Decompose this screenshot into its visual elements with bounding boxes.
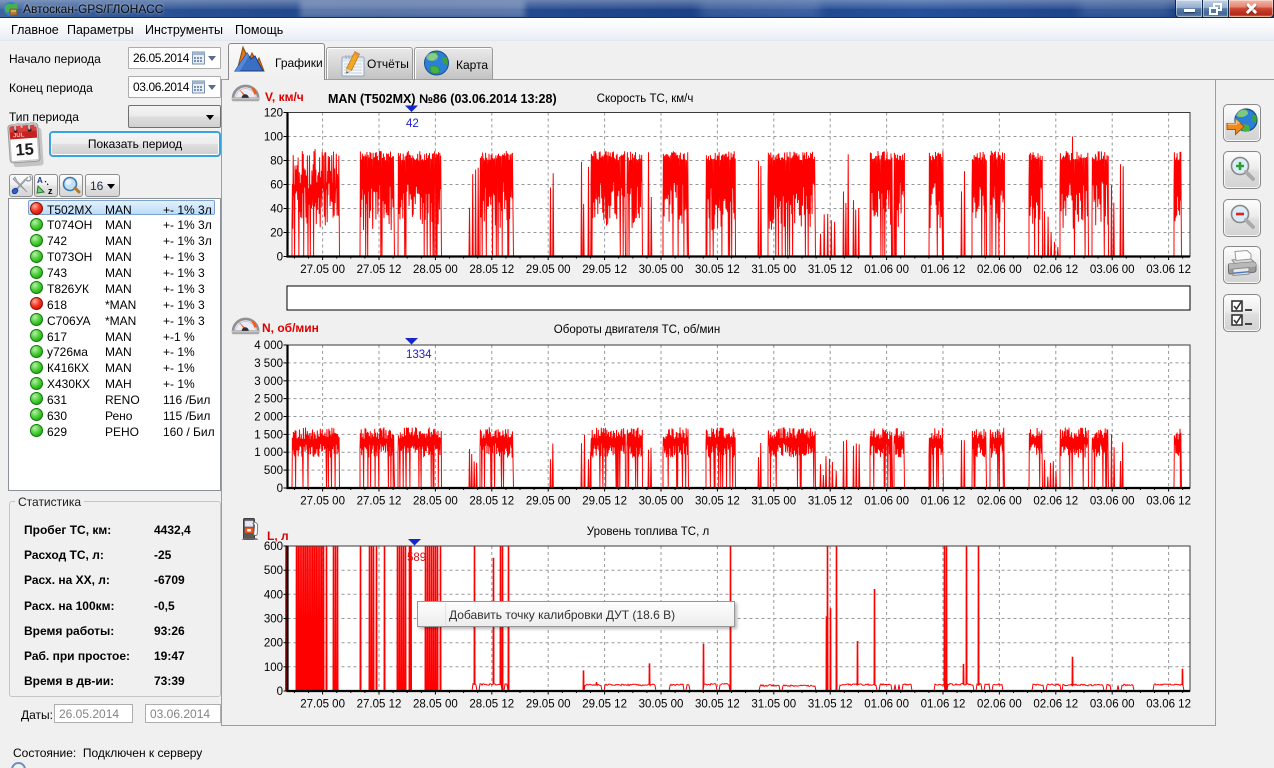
svg-text:15: 15	[15, 140, 35, 159]
svg-text:A: A	[37, 176, 43, 185]
svg-text:z: z	[48, 186, 53, 196]
svg-text:JUL: JUL	[13, 133, 25, 140]
